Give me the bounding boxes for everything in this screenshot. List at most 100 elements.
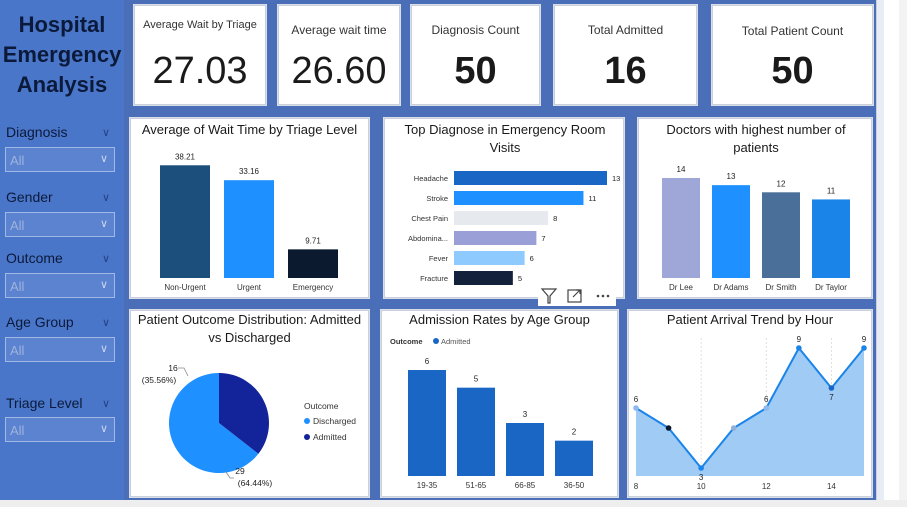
kpi-card-diagnosis-count[interactable]: Diagnosis Count 50 (410, 4, 541, 106)
kpi-label: Total Admitted (587, 23, 664, 37)
kpi-label: Diagnosis Count (431, 23, 520, 37)
point-value-label: 9 (797, 335, 802, 344)
bar[interactable] (408, 370, 446, 476)
chevron-down-icon[interactable]: ∨ (102, 397, 110, 410)
bar-value-label: 5 (474, 375, 479, 384)
x-tick-label: 19-35 (417, 481, 438, 490)
admission-age-chart: Outcome Admitted 6 19-35 5 51-65 3 66-85 2 36-50 (390, 337, 593, 490)
kpi-value: 50 (454, 50, 497, 92)
focus-mode-icon[interactable] (567, 289, 582, 303)
kpi-label: Average Wait by Triage (143, 19, 257, 31)
x-tick-label: 66-85 (515, 481, 536, 490)
scrollbar[interactable] (899, 0, 907, 507)
kpi-value: 27.03 (152, 50, 248, 92)
x-tick-label: Non-Urgent (164, 283, 206, 292)
diagnosis-filter-label: Diagnosis (6, 124, 68, 140)
data-point[interactable] (665, 425, 672, 431)
chevron-down-icon[interactable]: ∨ (102, 191, 110, 204)
doctors-chart: 14 Dr Lee 13 Dr Adams 12 Dr Smith 11 Dr Taylor (662, 165, 850, 292)
chart-card-doctors[interactable]: Doctors with highest number of patients … (637, 117, 873, 299)
bar[interactable] (454, 271, 513, 285)
chevron-down-icon: ∨ (99, 153, 108, 165)
data-point[interactable] (633, 405, 639, 411)
chevron-down-icon[interactable]: ∨ (102, 252, 110, 265)
x-tick-label: 36-50 (564, 481, 585, 490)
kpi-value: 16 (604, 50, 647, 92)
point-value-label: 3 (699, 473, 704, 482)
bar-value-label: 6 (530, 254, 534, 263)
chart-card-admission-age[interactable]: Admission Rates by Age Group Outcome Admi… (380, 309, 619, 498)
bar[interactable] (555, 440, 593, 476)
data-point[interactable] (796, 345, 802, 351)
x-tick-label: 12 (762, 482, 771, 491)
data-point[interactable] (763, 405, 770, 411)
outcome-pie-chart: 16 (35.56%) 29 (64.44%) Outcome Discharged Adm… (142, 363, 357, 488)
chevron-down-icon: ∨ (99, 218, 108, 230)
chart-card-top-diagnose[interactable]: Top Diagnose in Emergency Room Visits He… (383, 117, 625, 299)
data-point[interactable] (730, 425, 737, 431)
x-tick-label: Urgent (237, 283, 262, 292)
status-strip (0, 500, 907, 507)
kpi-card-avg-wait-time[interactable]: Average wait time 26.60 (277, 4, 401, 106)
bar[interactable] (662, 178, 700, 278)
bar[interactable] (812, 199, 850, 278)
filter-icon[interactable] (540, 288, 558, 304)
bar[interactable] (454, 251, 525, 265)
legend-item[interactable]: Discharged (313, 416, 356, 426)
bar[interactable] (712, 185, 750, 278)
legend-title: Outcome (390, 337, 423, 346)
data-point[interactable] (828, 385, 835, 391)
slice-count-label: 29 (235, 466, 245, 476)
slice-pct-label: (35.56%) (142, 375, 177, 385)
bar[interactable] (454, 231, 537, 245)
bar[interactable] (224, 180, 274, 278)
pane-divider (876, 0, 884, 500)
bar[interactable] (288, 249, 338, 278)
legend-item[interactable]: Admitted (441, 337, 471, 346)
outcome-filter-select[interactable]: All ∨ (5, 273, 115, 298)
arrival-trend-chart: 6 3 6 9 7 9 8 10 12 14 (633, 335, 867, 491)
bar[interactable] (762, 192, 800, 278)
gender-filter-select[interactable]: All ∨ (5, 212, 115, 237)
kpi-value: 50 (771, 50, 814, 92)
dashboard-title: Hospital Emergency Analysis (0, 10, 124, 100)
legend-item[interactable]: Admitted (313, 432, 347, 442)
bar[interactable] (454, 171, 607, 185)
visual-header (538, 286, 616, 306)
legend-marker (304, 434, 310, 440)
y-tick-label: Stroke (426, 194, 448, 203)
bar[interactable] (454, 191, 584, 205)
bar[interactable] (506, 423, 544, 476)
diagnosis-filter-select[interactable]: All ∨ (5, 147, 115, 172)
age-group-filter-select[interactable]: All ∨ (5, 337, 115, 362)
y-tick-label: Abdomina... (408, 234, 448, 243)
data-point[interactable] (698, 465, 704, 471)
kpi-card-avg-wait-triage[interactable]: Average Wait by Triage 27.03 (133, 4, 267, 106)
chevron-down-icon: ∨ (99, 343, 108, 355)
legend-title: Outcome (304, 401, 339, 411)
data-point[interactable] (861, 345, 867, 351)
chart-card-outcome-pie[interactable]: Patient Outcome Distribution: Admitted v… (129, 309, 370, 498)
kpi-value: 26.60 (291, 50, 387, 92)
chart-card-wait-by-triage[interactable]: Average of Wait Time by Triage Level 38.… (129, 117, 370, 299)
more-options-icon[interactable] (596, 294, 610, 298)
gender-filter-value: All (10, 218, 25, 233)
point-value-label: 6 (634, 395, 639, 404)
slice-count-label: 16 (168, 363, 178, 373)
bar[interactable] (457, 387, 495, 476)
bar-value-label: 3 (523, 410, 528, 419)
triage-level-filter-label: Triage Level (6, 395, 83, 411)
chart-card-arrival-trend[interactable]: Patient Arrival Trend by Hour 6 3 6 9 7 9 8 10 1… (627, 309, 873, 498)
kpi-card-total-admitted[interactable]: Total Admitted 16 (553, 4, 698, 106)
kpi-card-total-patient-count[interactable]: Total Patient Count 50 (711, 4, 874, 106)
kpi-label: Average wait time (291, 23, 387, 37)
bar[interactable] (160, 165, 210, 278)
triage-level-filter-select[interactable]: All ∨ (5, 417, 115, 442)
chevron-down-icon[interactable]: ∨ (102, 126, 110, 139)
bar-value-label: 12 (777, 179, 786, 188)
bar[interactable] (454, 211, 549, 225)
y-tick-label: Fever (429, 254, 449, 263)
dashboard: Hospital Emergency Analysis Diagnosis ∨ … (0, 0, 907, 507)
bar-value-label: 11 (827, 186, 836, 195)
chevron-down-icon[interactable]: ∨ (102, 316, 110, 329)
